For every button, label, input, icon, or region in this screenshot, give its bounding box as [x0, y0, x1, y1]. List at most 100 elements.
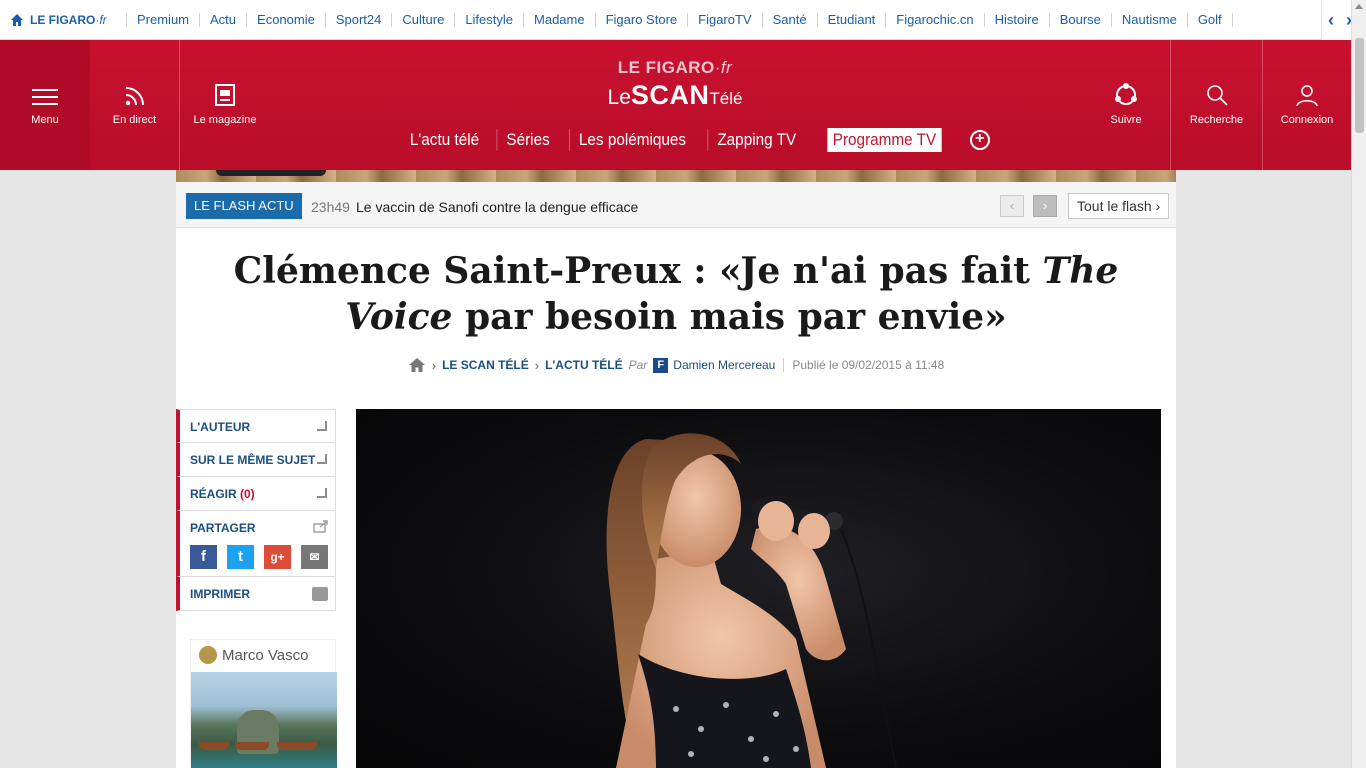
network-link-bourse[interactable]: Bourse [1048, 13, 1111, 27]
ad-brand-text: Marco Vasco [222, 646, 309, 664]
singer-illustration [606, 433, 897, 768]
printer-icon [312, 587, 328, 601]
breadcrumb-scan-tele[interactable]: LE SCAN TÉLÉ [442, 358, 529, 372]
chevron-right-icon: › [431, 357, 437, 373]
article-title: Clémence Saint-Preux : «Je n'ai pas fait… [206, 248, 1146, 340]
magazine-icon [215, 84, 235, 106]
all-flash-label: Tout le flash [1077, 198, 1152, 214]
rss-icon [125, 87, 144, 106]
network-link-economie[interactable]: Economie [246, 13, 325, 27]
live-button[interactable]: En direct [90, 40, 180, 170]
section-link-polemiques[interactable]: Les polémiques [569, 129, 695, 151]
print-tool[interactable]: IMPRIMER [176, 577, 336, 611]
react-count: (0) [240, 487, 255, 501]
author-tool[interactable]: L'AUTEUR [176, 409, 336, 443]
flash-bar: LE FLASH ACTU 23h49 Le vaccin de Sanofi … [176, 182, 1176, 228]
user-icon [1296, 85, 1318, 107]
share-network-icon [1115, 83, 1137, 105]
network-link-sante[interactable]: Santé [761, 13, 817, 27]
figaro-f-icon: F [653, 357, 669, 373]
network-link-figarochic[interactable]: Figarochic.cn [885, 13, 983, 27]
same-topic-label: SUR LE MÊME SUJET [190, 453, 316, 467]
network-link-culture[interactable]: Culture [391, 13, 454, 27]
all-flash-button[interactable]: Tout le flash › [1068, 193, 1170, 219]
home-icon[interactable] [408, 357, 426, 373]
chevron-left-icon[interactable]: ‹ [1328, 10, 1334, 31]
scan-tele-logo[interactable]: LeSCANTélé [560, 80, 790, 111]
email-icon[interactable]: ✉ [301, 545, 328, 569]
network-link-histoire[interactable]: Histoire [983, 13, 1049, 27]
magazine-label: Le magazine [193, 114, 257, 126]
network-link-actu[interactable]: Actu [199, 13, 246, 27]
react-label: RÉAGIR (0) [190, 487, 255, 501]
logo-le: Le [607, 86, 631, 109]
network-link-premium[interactable]: Premium [126, 13, 199, 27]
logo-tele: Télé [709, 89, 743, 108]
login-label: Connexion [1280, 114, 1334, 126]
figaro-logo[interactable]: LE FIGARO·fr [560, 58, 790, 78]
network-nav: Premium Actu Economie Sport24 Culture Li… [126, 0, 1240, 40]
brand-suffix: ·fr [95, 13, 107, 27]
logo-top-main: LE FIGARO [617, 58, 715, 77]
social-buttons: f t g+ ✉ [190, 545, 328, 569]
section-link-series[interactable]: Séries [496, 129, 558, 151]
scrollbar-thumb[interactable] [1355, 38, 1364, 133]
author-link[interactable]: Damien Mercereau [673, 358, 775, 372]
article-column: LE FLASH ACTU 23h49 Le vaccin de Sanofi … [176, 170, 1176, 768]
flash-headline[interactable]: Le vaccin de Sanofi contre la dengue eff… [356, 199, 638, 215]
plus-circle-icon[interactable]: + [969, 130, 990, 150]
same-topic-tool[interactable]: SUR LE MÊME SUJET [176, 443, 336, 477]
section-link-zapping-tv[interactable]: Zapping TV [707, 129, 806, 151]
flash-time: 23h49 [311, 199, 350, 215]
print-label: IMPRIMER [190, 587, 250, 601]
live-label: En direct [112, 114, 157, 126]
react-tool[interactable]: RÉAGIR (0) [176, 477, 336, 511]
network-link-figarotv[interactable]: FigaroTV [687, 13, 761, 27]
figaro-home-link[interactable]: LE FIGARO ·fr [10, 11, 107, 29]
nav-divider [1231, 13, 1240, 27]
title-part2: par besoin mais par envie» [452, 296, 1007, 338]
facebook-icon[interactable]: f [190, 545, 217, 569]
magazine-button[interactable]: Le magazine [180, 40, 270, 170]
scroll-up-arrow[interactable] [1355, 4, 1363, 9]
network-link-figaro-store[interactable]: Figaro Store [594, 13, 688, 27]
search-button[interactable]: Recherche [1170, 40, 1262, 170]
network-link-etudiant[interactable]: Etudiant [816, 13, 886, 27]
flash-tag[interactable]: LE FLASH ACTU [186, 193, 302, 219]
logo-top-suffix: ·fr [714, 58, 733, 77]
ad-logo-icon [199, 646, 217, 664]
follow-button[interactable]: Suivre [1090, 40, 1162, 170]
network-link-lifestyle[interactable]: Lifestyle [454, 13, 523, 27]
published-date: Publié le 09/02/2015 à 11:48 [783, 358, 944, 372]
network-link-madame[interactable]: Madame [523, 13, 595, 27]
network-link-sport24[interactable]: Sport24 [324, 13, 392, 27]
author-tool-label: L'AUTEUR [190, 420, 251, 434]
share-tool: PARTAGER f t g+ ✉ [176, 511, 336, 577]
page-scrollbar[interactable] [1351, 0, 1366, 768]
logo-scan: SCAN [630, 80, 710, 110]
arrow-down-right-icon [317, 488, 327, 498]
twitter-icon[interactable]: t [227, 545, 254, 569]
ad-photo [191, 672, 337, 768]
network-link-nautisme[interactable]: Nautisme [1110, 13, 1187, 27]
breadcrumb-actu-tele[interactable]: L'ACTU TÉLÉ [545, 358, 623, 372]
arrow-down-right-icon [317, 421, 327, 431]
section-link-actu-tele[interactable]: L'actu télé [401, 129, 488, 151]
flash-next-button[interactable]: › [1033, 195, 1057, 217]
advertisement[interactable]: Marco Vasco [190, 639, 337, 768]
network-link-golf[interactable]: Golf [1186, 13, 1232, 27]
article-main-photo [356, 409, 1161, 768]
menu-button[interactable]: Menu [0, 40, 90, 170]
byline-prefix: Par [628, 358, 648, 372]
hamburger-icon [32, 89, 58, 105]
section-link-programme-tv[interactable]: Programme TV [827, 128, 942, 152]
search-label: Recherche [1189, 114, 1244, 126]
flash-prev-button[interactable]: ‹ [1000, 195, 1024, 217]
section-nav: L'actu télé Séries Les polémiques Zappin… [396, 126, 990, 154]
search-icon [1206, 85, 1228, 106]
google-plus-icon[interactable]: g+ [264, 545, 291, 569]
login-button[interactable]: Connexion [1262, 40, 1351, 170]
site-header: Menu En direct Le magazine LE FIGARO·fr … [0, 40, 1351, 170]
home-icon [11, 14, 23, 26]
chevron-right-icon: › [534, 357, 540, 373]
